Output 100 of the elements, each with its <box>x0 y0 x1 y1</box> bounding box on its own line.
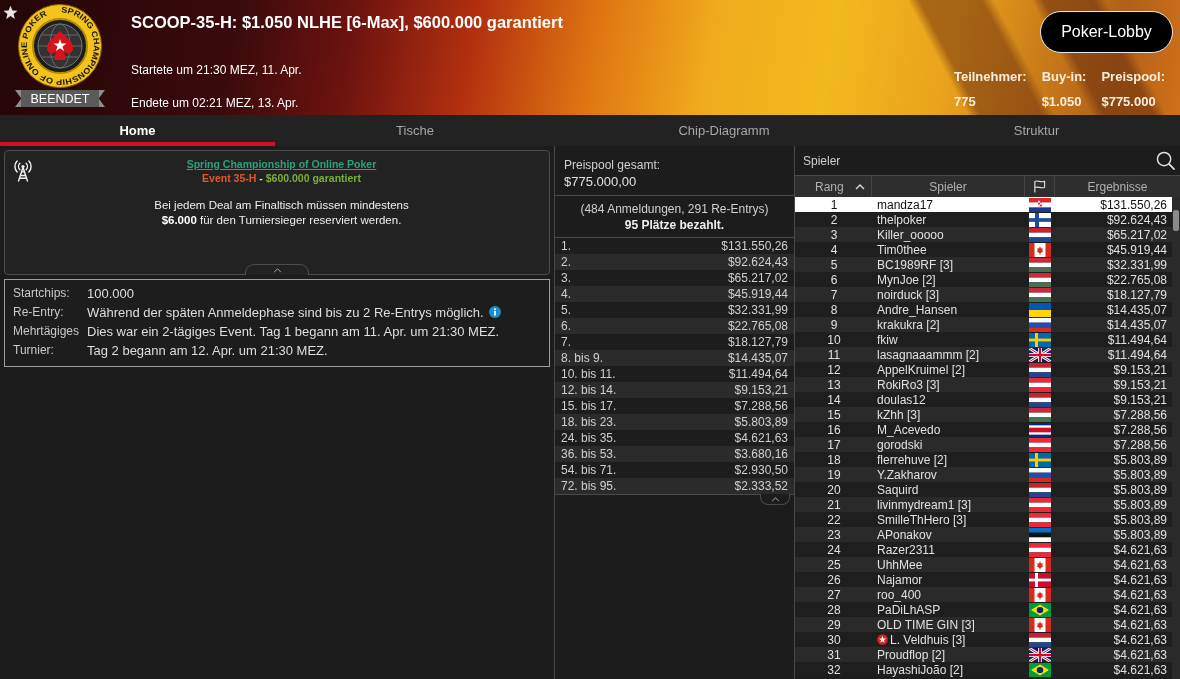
player-row[interactable]: 3 Killer_ooooo $65.217,02 <box>795 227 1172 242</box>
player-row[interactable]: 11 lasagnaaammm [2] $11.494,64 <box>795 347 1172 362</box>
player-name: thelpoker <box>877 212 927 227</box>
prize-amount: $11.494,64 <box>1106 347 1168 362</box>
player-row[interactable]: 29 OLD TIME GIN [3] $4.621,63 <box>795 617 1172 632</box>
rank-number: 21 <box>826 497 842 512</box>
player-row[interactable]: 9 krakukra [2] $14.435,07 <box>795 317 1172 332</box>
rank-number: 7 <box>829 287 839 302</box>
prize-amount: $7.288,56 <box>1112 437 1168 452</box>
payout-place: 3. <box>561 271 571 285</box>
player-row[interactable]: 1 mandza17 $131.550,26 <box>795 197 1172 212</box>
payout-place: 54. bis 71. <box>561 463 617 477</box>
prize-amount: $14.435,07 <box>1105 317 1168 332</box>
player-name: gorodski <box>877 437 923 452</box>
player-row[interactable]: 21 livinmydream1 [3] $5.803,89 <box>795 497 1172 512</box>
rank-number: 15 <box>826 407 842 422</box>
player-name: Tim0thee <box>877 242 927 257</box>
deal-notice: Bei jedem Deal am Finaltisch müssen mindestens $6.000 für den Turniersieger reserviert werden. <box>154 198 409 228</box>
player-row[interactable]: 15 kZhh [3] $7.288,56 <box>795 407 1172 422</box>
rank-number: 10 <box>826 332 842 347</box>
player-name: PaDiLhASP <box>877 602 941 617</box>
player-row[interactable]: 7 noirduck [3] $18.127,79 <box>795 287 1172 302</box>
player-name: fkiw <box>877 332 898 347</box>
payout-amount: $14.435,07 <box>727 351 788 365</box>
payout-amount: $7.288,56 <box>734 399 788 413</box>
prize-amount: $4.621,63 <box>1112 662 1168 677</box>
prize-amount: $5.803,89 <box>1112 482 1168 497</box>
player-name: flerrehuve [2] <box>877 452 948 467</box>
scroll-thumb[interactable] <box>1173 210 1179 231</box>
search-icon[interactable] <box>1156 151 1175 170</box>
payout-amount: $2.333,52 <box>734 479 788 493</box>
stat-label: Teilnehmer: <box>953 69 1027 85</box>
player-name: AppelKruimel [2] <box>877 362 966 377</box>
player-row[interactable]: 27 roo_400 $4.621,63 <box>795 587 1172 602</box>
payout-place: 18. bis 23. <box>561 415 617 429</box>
prize-amount: $5.803,89 <box>1112 512 1168 527</box>
player-name: krakukra [2] <box>877 317 940 332</box>
payout-amount: $3.680,16 <box>734 447 788 461</box>
entries-count: (484 Anmeldungen, 291 Re-Entrys) <box>579 201 770 217</box>
stat-value: 775 <box>953 94 977 110</box>
payout-place: 15. bis 17. <box>561 399 617 413</box>
prize-amount: $4.621,63 <box>1112 557 1168 572</box>
payout-place: 12. bis 14. <box>561 383 617 397</box>
player-name: Najamor <box>877 572 923 587</box>
prize-amount: $4.621,63 <box>1112 617 1168 632</box>
player-name: noirduck [3] <box>877 287 940 302</box>
player-row[interactable]: 25 UhhMee $4.621,63 <box>795 557 1172 572</box>
player-name: L. Veldhuis [3] <box>890 632 966 647</box>
tournament-title: SCOOP-35-H: $1.050 NLHE [6-Max], $600.000 garantiert <box>131 13 563 31</box>
rank-number: 30 <box>826 632 842 647</box>
payout-amount: $32.331,99 <box>727 303 788 317</box>
rank-number: 18 <box>826 452 842 467</box>
payout-amount: $4.621,63 <box>734 431 788 445</box>
tab[interactable]: Chip-Diagramm <box>555 115 893 146</box>
player-row[interactable]: 13 RokiRo3 [3] $9.153,21 <box>795 377 1172 392</box>
end-time: Endete um 02:21 MEZ, 13. Apr. <box>131 95 300 111</box>
rank-number: 20 <box>826 482 842 497</box>
prize-amount: $5.803,89 <box>1112 527 1168 542</box>
payout-amount: $5.803,89 <box>734 415 788 429</box>
player-row[interactable]: 5 BC1989RF [3] $32.331,99 <box>795 257 1172 272</box>
start-time: Startete um 21:30 MEZ, 11. Apr. <box>131 62 303 78</box>
payout-place: 6. <box>561 319 571 333</box>
chevron-up-icon <box>770 496 780 502</box>
player-name: Andre_Hansen <box>877 302 958 317</box>
payout-place: 1. <box>561 239 571 253</box>
prize-amount: $18.127,79 <box>1105 287 1168 302</box>
detail-value: 100.000 <box>87 285 134 303</box>
flag-icon <box>1033 180 1046 193</box>
player-name: Killer_ooooo <box>877 227 944 242</box>
player-name: APonakov <box>877 527 932 542</box>
payout-place: 5. <box>561 303 571 317</box>
lobby-button[interactable]: Poker-Lobby <box>1040 11 1173 53</box>
column-header[interactable]: Ergebnisse <box>1055 176 1180 197</box>
detail-value: Während der späten Anmeldephase sind bis zu 2 Re-Entrys möglich. <box>87 304 484 322</box>
prize-amount: $4.621,63 <box>1112 542 1168 557</box>
prize-amount: $4.621,63 <box>1112 602 1168 617</box>
info-icon[interactable] <box>488 306 501 318</box>
stat-value: $775.000 <box>1101 94 1157 110</box>
player-row[interactable]: 19 Y.Zakharov $5.803,89 <box>795 467 1172 482</box>
event-heading: Event 35-H - $600.000 garantiert <box>202 171 361 185</box>
rank-number: 13 <box>826 377 842 392</box>
rank-number: 28 <box>826 602 842 617</box>
star-icon[interactable] <box>3 5 18 20</box>
tab[interactable]: Struktur <box>893 115 1180 146</box>
player-name: doulas12 <box>877 392 926 407</box>
search-field[interactable]: Spieler <box>795 148 1156 173</box>
player-name: HayashiJoão [2] <box>877 662 964 677</box>
rank-number: 9 <box>829 317 839 332</box>
series-link[interactable]: Spring Championship of Online Poker <box>186 157 377 171</box>
prize-amount: $5.803,89 <box>1112 467 1168 482</box>
rank-number: 32 <box>826 662 842 677</box>
player-row[interactable]: 17 gorodski $7.288,56 <box>795 437 1172 452</box>
player-row[interactable]: 31 Proudflop [2] $4.621,63 <box>795 647 1172 662</box>
prize-pool-total: $775.000,00 <box>564 173 638 191</box>
chevron-up-icon <box>272 267 282 273</box>
player-name: Y.Zakharov <box>877 467 937 482</box>
player-name: RokiRo3 [3] <box>877 377 940 392</box>
player-row[interactable]: 23 APonakov $5.803,89 <box>795 527 1172 542</box>
payout-place: 72. bis 95. <box>561 479 617 493</box>
tab[interactable]: Tische <box>275 115 555 146</box>
